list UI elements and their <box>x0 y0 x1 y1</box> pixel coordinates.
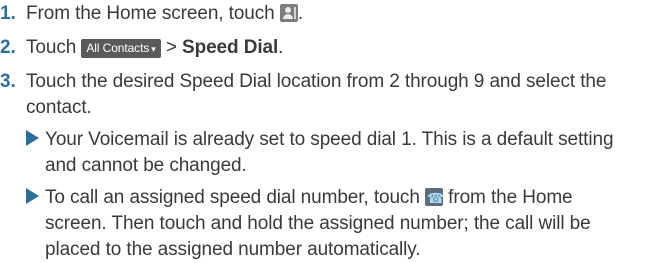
step-3: 3. Touch the desired Speed Dial location … <box>0 70 606 94</box>
bullet-arrow-icon <box>26 130 39 146</box>
step-text-line-2: contact. <box>26 97 92 118</box>
all-contacts-button: All Contacts ▾ <box>81 39 161 58</box>
phone-app-icon <box>424 187 444 211</box>
note-2-line-3: placed to the assigned number automatica… <box>45 238 421 262</box>
step-trailing: . <box>278 37 284 58</box>
step-text: From the Home screen, touch <box>26 3 275 24</box>
step-number: 3. <box>0 71 16 92</box>
note-text-line-2: screen. Then touch and hold the assigned… <box>45 213 591 234</box>
step-number: 1. <box>0 3 16 24</box>
chevron-down-icon: ▾ <box>151 44 156 54</box>
speed-dial-label: Speed Dial <box>182 37 279 58</box>
note-1: Your Voicemail is already set to speed d… <box>26 128 614 152</box>
step-2: 2. Touch All Contacts ▾ > Speed Dial. <box>0 36 283 60</box>
note-2: To call an assigned speed dial number, t… <box>26 186 573 211</box>
step-3-continuation: contact. <box>26 96 92 120</box>
step-1: 1. From the Home screen, touch . <box>0 2 303 26</box>
contacts-app-icon <box>279 4 298 22</box>
note-text-line-1: Your Voicemail is already set to speed d… <box>45 129 614 150</box>
step-separator: > <box>165 37 177 58</box>
note-text-suffix: from the Home <box>448 187 573 208</box>
instructions-document: 1. From the Home screen, touch . 2. Touch … <box>0 0 663 263</box>
note-1-continuation: and cannot be changed. <box>45 154 247 178</box>
note-text-line-2: and cannot be changed. <box>45 155 247 176</box>
note-2-line-2: screen. Then touch and hold the assigned… <box>45 212 591 236</box>
note-text-prefix: To call an assigned speed dial number, t… <box>45 187 420 208</box>
step-prefix: Touch <box>26 37 77 58</box>
step-text-line-1: Touch the desired Speed Dial location fr… <box>26 71 607 92</box>
step-trailing: . <box>297 3 303 24</box>
bullet-arrow-icon <box>26 188 39 204</box>
chip-label: All Contacts <box>86 41 150 55</box>
note-text-line-3: placed to the assigned number automatica… <box>45 239 421 260</box>
step-number: 2. <box>0 37 16 58</box>
